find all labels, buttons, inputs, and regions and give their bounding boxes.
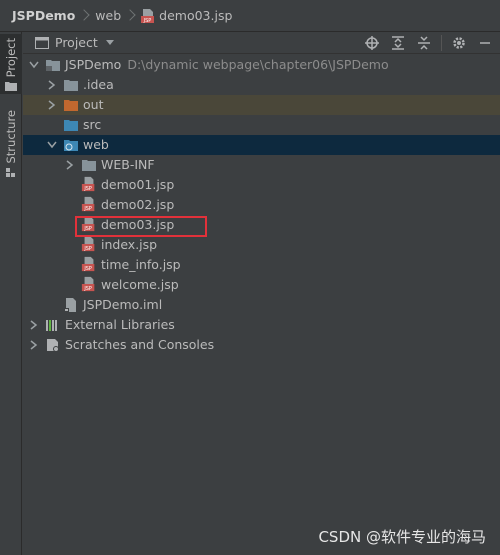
svg-text:JSP: JSP	[143, 18, 152, 24]
breadcrumb-project[interactable]: JSPDemo	[12, 8, 75, 23]
tab-project[interactable]: Project	[0, 34, 22, 94]
collapse-all-icon[interactable]	[415, 34, 433, 52]
chevron-right-icon[interactable]	[29, 320, 39, 330]
breadcrumb-folder[interactable]: web	[95, 8, 121, 23]
tree-item-label: src	[83, 117, 102, 132]
tree-root-label: JSPDemo	[65, 57, 122, 72]
chevron-right-icon[interactable]	[29, 340, 39, 350]
tree-item-file[interactable]: JSP time_info.jsp	[23, 255, 500, 275]
tree-item-file[interactable]: JSP demo02.jsp	[23, 195, 500, 215]
chevron-down-icon[interactable]	[47, 140, 57, 150]
tree-root-path: D:\dynamic webpage\chapter06\JSPDemo	[127, 57, 389, 72]
svg-text:JSP: JSP	[83, 286, 92, 292]
tree-item-label: JSPDemo.iml	[83, 297, 163, 312]
breadcrumb-file[interactable]: JSP demo03.jsp	[141, 8, 232, 24]
project-folder-icon	[46, 60, 60, 71]
svg-text:JSP: JSP	[83, 246, 92, 252]
project-panel-header: Project	[23, 32, 500, 54]
tab-project-label: Project	[4, 38, 18, 78]
tree-item-label: .idea	[83, 77, 114, 92]
tree-item-label: External Libraries	[65, 317, 175, 332]
jsp-file-icon: JSP	[81, 276, 95, 292]
folder-icon	[64, 80, 78, 91]
tree-item-label: WEB-INF	[101, 157, 155, 172]
minimize-icon[interactable]	[476, 34, 494, 52]
breadcrumb-separator-icon	[80, 9, 88, 23]
tree-item-root[interactable]: JSPDemo D:\dynamic webpage\chapter06\JSPD…	[23, 55, 500, 75]
folder-icon	[5, 82, 17, 92]
module-file-icon	[64, 298, 76, 312]
chevron-right-icon[interactable]	[47, 100, 57, 110]
breadcrumb: JSPDemo web JSP demo03.jsp	[0, 0, 500, 32]
jsp-file-icon: JSP	[81, 176, 95, 192]
tree-item-label: Scratches and Consoles	[65, 337, 215, 352]
tree-item-external-libraries[interactable]: External Libraries	[23, 315, 500, 335]
library-icon	[46, 320, 57, 331]
jsp-file-icon: JSP	[141, 8, 155, 24]
chevron-down-icon[interactable]	[29, 60, 39, 70]
panel-title: Project	[55, 35, 98, 50]
jsp-file-icon: JSP	[81, 256, 95, 272]
tree-item-label: web	[83, 137, 109, 152]
tree-item-file[interactable]: JSP welcome.jsp	[23, 275, 500, 295]
tree-item-idea[interactable]: .idea	[23, 75, 500, 95]
header-divider	[441, 35, 442, 51]
jsp-file-icon: JSP	[81, 236, 95, 252]
tree-item-label: demo02.jsp	[101, 197, 175, 212]
tab-structure-label: Structure	[4, 110, 18, 164]
highlight-annotation	[75, 216, 207, 237]
tree-item-iml[interactable]: JSPDemo.iml	[23, 295, 500, 315]
excluded-folder-icon	[64, 100, 78, 111]
folder-icon	[82, 160, 96, 171]
tree-item-file[interactable]: JSP demo01.jsp	[23, 175, 500, 195]
project-tree: JSPDemo D:\dynamic webpage\chapter06\JSPD…	[23, 55, 500, 555]
scratches-icon	[47, 339, 59, 352]
tree-item-out[interactable]: out	[23, 95, 500, 115]
tool-window-stripe: Project Structure	[0, 32, 22, 555]
tree-item-label: demo01.jsp	[101, 177, 175, 192]
tree-item-file[interactable]: JSP index.jsp	[23, 235, 500, 255]
svg-text:JSP: JSP	[83, 266, 92, 272]
tree-item-label: time_info.jsp	[101, 257, 181, 272]
watermark: CSDN @软件专业的海马	[318, 528, 486, 546]
source-folder-icon	[64, 120, 78, 131]
gear-icon[interactable]	[450, 34, 468, 52]
tree-item-label: index.jsp	[101, 237, 158, 252]
chevron-right-icon[interactable]	[47, 80, 57, 90]
expand-all-icon[interactable]	[389, 34, 407, 52]
view-selector[interactable]: Project	[35, 35, 114, 50]
chevron-right-icon[interactable]	[65, 160, 75, 170]
breadcrumb-separator-icon	[126, 9, 134, 23]
tree-item-src[interactable]: src	[23, 115, 500, 135]
breadcrumb-file-label: demo03.jsp	[159, 8, 233, 23]
tree-item-webinf[interactable]: WEB-INF	[23, 155, 500, 175]
structure-icon	[6, 167, 15, 177]
jsp-file-icon: JSP	[81, 196, 95, 212]
tree-item-scratches[interactable]: Scratches and Consoles	[23, 335, 500, 355]
locate-icon[interactable]	[363, 34, 381, 52]
tab-structure[interactable]: Structure	[0, 110, 22, 180]
tree-item-web[interactable]: web	[23, 135, 500, 155]
tree-item-label: welcome.jsp	[101, 277, 179, 292]
tree-item-label: out	[83, 97, 104, 112]
svg-text:JSP: JSP	[83, 206, 92, 212]
chevron-down-icon	[105, 40, 114, 45]
project-view-icon	[35, 36, 49, 49]
svg-text:JSP: JSP	[83, 186, 92, 192]
web-folder-icon	[64, 140, 78, 151]
